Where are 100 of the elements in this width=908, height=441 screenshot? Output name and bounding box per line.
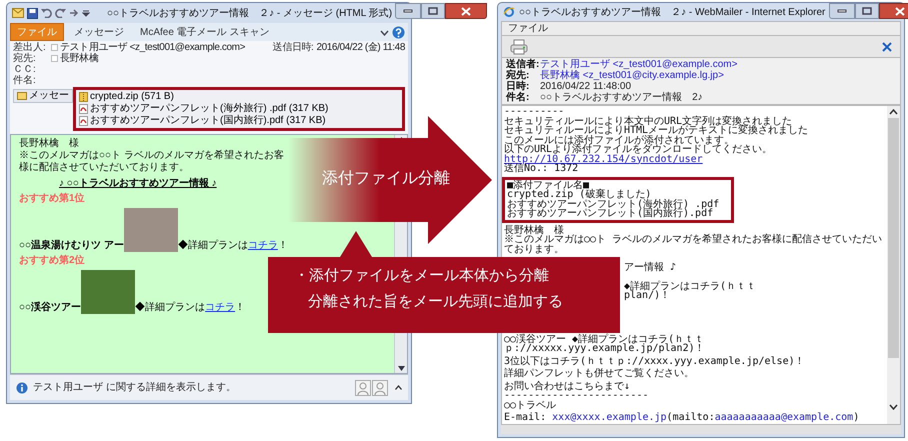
rank-label: おすすめ第2位	[19, 255, 85, 266]
photo-placeholder	[81, 270, 136, 314]
message-line: plan/)！	[624, 290, 670, 301]
minimize-button[interactable]	[395, 3, 422, 19]
person-icon[interactable]	[372, 380, 388, 396]
field-value: 2016/04/22 (金) 11:48	[316, 42, 405, 53]
ribbon-tab[interactable]: メッセージ	[68, 23, 130, 41]
pdf-file-icon	[79, 116, 88, 126]
close-icon	[461, 6, 472, 16]
tour-name: ○○温泉湯けむりツ アー	[19, 240, 124, 252]
minimize-button[interactable]	[829, 3, 856, 19]
attachment-link[interactable]: おすすめツアーパンフレット(国内旅行).pdf (317 KB)	[90, 115, 326, 127]
scroll-up-icon[interactable]	[889, 109, 898, 115]
message-line: おすすめツアーパンフレット(国内旅行).pdf	[507, 209, 714, 218]
field-label: 日時:	[506, 81, 530, 92]
message-line: 以下のURLより添付ファイルをダウンロードしてください。	[504, 145, 774, 154]
message-line: crypted.zip (破棄しました)	[507, 190, 652, 200]
scrollbar-thumb[interactable]	[888, 118, 899, 358]
message-line: 詳細パンフレットも併せてご覧ください。	[504, 369, 695, 378]
contact-text: E-mail:	[504, 413, 546, 422]
contact-text: )	[853, 413, 860, 422]
undo-icon[interactable]	[41, 8, 52, 18]
close-icon	[895, 6, 906, 16]
maximize-icon	[862, 7, 872, 15]
printer-icon[interactable]	[510, 38, 528, 54]
attachment-link[interactable]: おすすめツアーパンフレット(海外旅行) .pdf (317 KB)	[90, 103, 328, 115]
field-label: 差出人:	[13, 42, 47, 53]
field-value: 長野林檎	[60, 53, 98, 64]
tour-detail: ◆詳細プランはコチラ！	[135, 302, 246, 314]
field-label: 送信者:	[506, 59, 540, 70]
field-value: ○○トラベルおすすめツアー情報 2♪	[540, 92, 703, 103]
email-link[interactable]: xxx@xxxx.example.jp	[552, 413, 667, 422]
field-value: 2016/04/22 11:48:00	[540, 81, 632, 92]
callout-text: 分離された旨をメール先頭に追加する	[308, 293, 563, 311]
message-line: セキュリティルールによりHTMLメールがテキストに変換されました	[504, 126, 810, 136]
zip-file-icon	[79, 92, 88, 102]
help-icon[interactable]	[392, 26, 405, 38]
menu-item[interactable]: ファイル	[508, 22, 548, 34]
close-icon[interactable]	[882, 42, 892, 52]
download-link[interactable]: http://10.67.232.154/syncdot/user	[504, 154, 703, 164]
message-tab[interactable]: メッセー	[13, 89, 73, 103]
attachment-link[interactable]: crypted.zip (571 B)	[90, 91, 174, 103]
message-line: ----------	[504, 107, 566, 116]
scroll-down-icon[interactable]	[398, 366, 404, 371]
minimize-icon	[403, 9, 414, 13]
expand-icon[interactable]	[395, 385, 402, 390]
arrow-icon[interactable]	[69, 8, 79, 18]
address-link[interactable]: テスト用ユーザ <z_test001@example.com>	[540, 59, 738, 70]
message-line: お問い合わせはこちらまで↓	[504, 382, 632, 391]
field-value: テスト用ユーザ <z_test001@example.com>	[60, 42, 246, 53]
detail-link[interactable]: コチラ	[248, 240, 278, 251]
maximize-icon	[428, 7, 438, 15]
close-button[interactable]	[445, 3, 488, 19]
message-line: 長野林檎 様	[504, 226, 565, 235]
field-label: 件名:	[13, 75, 37, 86]
tour-name: ○○渓谷ツアー	[19, 302, 82, 314]
message-line: ※このメルマガは○○ト ラベルのメルマガを希望されたお客様に配信させていただいております。	[504, 235, 884, 254]
maximize-button[interactable]	[855, 3, 880, 19]
pdf-file-icon	[79, 104, 88, 114]
message-text: ※このメルマガは○○ト ラベルのメルマガを希望されたお客様に配信させていただいております。	[19, 150, 285, 174]
scrollbar[interactable]	[887, 106, 900, 424]
detail-link[interactable]: コチラ	[205, 302, 236, 313]
newsletter-heading: ♪ ○○トラベルおすすめツアー情報 ♪	[59, 178, 217, 189]
message-line: 3位以下はコチラ(ｈｔｔｐ://xxxx.yyy.example.jp/else)！	[504, 356, 806, 366]
redo-icon[interactable]	[55, 8, 66, 18]
contact-text: (mailto:	[666, 413, 715, 422]
envelope-icon	[17, 92, 27, 100]
message-line: 送信No.: 1372	[504, 164, 578, 174]
field-label: 件名:	[506, 92, 530, 103]
browser-icon	[503, 6, 515, 18]
message-line: おすすめツアーパンフレット(海外旅行) .pdf	[507, 200, 720, 209]
rank-label: おすすめ第1位	[19, 193, 85, 204]
email-link[interactable]: aaaaaaaaaaa@example.com	[714, 413, 854, 422]
field-label: ＣＣ:	[13, 64, 37, 75]
person-icon[interactable]	[355, 380, 371, 396]
ribbon-tab[interactable]: McAfee 電子メール スキャン	[134, 23, 276, 41]
photo-placeholder	[124, 208, 178, 252]
minimize-icon	[837, 9, 848, 13]
field-label: 宛先:	[13, 53, 37, 64]
message-line: アー情報 ♪	[624, 262, 676, 273]
address-link[interactable]: 長野林檎 <z_test001@city.example.lg.jp>	[540, 70, 724, 81]
save-icon[interactable]	[27, 8, 38, 18]
field-label: 宛先:	[506, 70, 530, 81]
field-label: 送信日時:	[272, 42, 314, 53]
window-title: ○○トラベルおすすめツアー情報 ２♪ - メッセージ (HTML 形式)	[107, 6, 392, 20]
message-line: ■添付ファイル名■	[507, 180, 590, 190]
window-title: ○○トラベルおすすめツアー情報 ２♪ - WebMailer - Internet Explorer	[519, 6, 826, 20]
collapse-ribbon-icon[interactable]	[380, 28, 389, 36]
tour-detail: ◆詳細プランはコチラ！	[178, 240, 288, 252]
dropdown-icon[interactable]	[82, 9, 90, 17]
message-line: ◆詳細プランはコチラ(ｈｔｔ	[624, 280, 756, 292]
info-icon	[16, 382, 28, 394]
message-line: ○○トラベル	[504, 400, 558, 410]
message-line: ○○渓谷ツアー ◆詳細プランはコチラ(ｈｔｔｐ://xxxxx.yyy.example.jp/plan2)！	[504, 334, 706, 354]
message-line: セキュリティルールにより本文中のURL文字列は変換されました	[504, 116, 792, 126]
scroll-down-icon[interactable]	[889, 404, 898, 410]
callout-label: 添付ファイル分離	[322, 169, 450, 189]
maximize-button[interactable]	[421, 3, 446, 19]
message-line: ------------------------	[504, 391, 650, 400]
message-line: このメールには添付ファイルが添付されています。	[504, 136, 734, 145]
